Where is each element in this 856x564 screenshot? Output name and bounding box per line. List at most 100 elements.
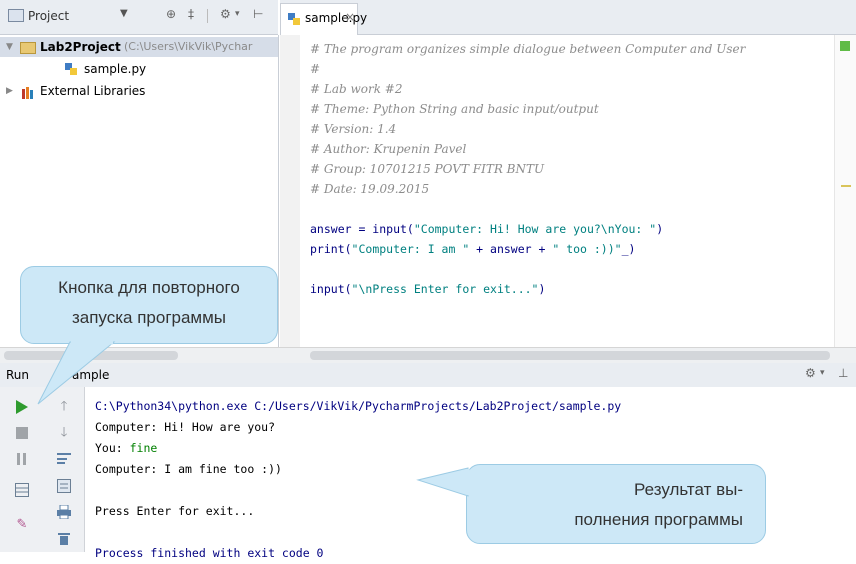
code-token: + answer + bbox=[469, 242, 553, 256]
code-token: ) bbox=[538, 282, 546, 296]
pin-icon[interactable]: ✎ bbox=[14, 517, 30, 533]
hide-panel-icon[interactable]: ⊥ bbox=[838, 366, 848, 380]
ext-libs-label: External Libraries bbox=[40, 84, 146, 98]
stop-icon[interactable] bbox=[14, 427, 30, 443]
library-icon bbox=[22, 85, 36, 99]
root-path: (C:\Users\VikVik\Pychar bbox=[124, 40, 253, 53]
code-token: input( bbox=[310, 282, 352, 296]
file-label: sample.py bbox=[84, 62, 147, 76]
console-user-input: fine bbox=[129, 441, 158, 455]
project-icon bbox=[8, 9, 24, 22]
callout-result: Результат вы- полнения программы bbox=[466, 464, 766, 544]
console-line: Process finished with exit code 0 bbox=[95, 542, 323, 564]
scroll-to-end-icon[interactable] bbox=[56, 479, 72, 495]
code-line: print("Computer: I am " + answer + " too… bbox=[310, 239, 635, 259]
code-token: print( bbox=[310, 242, 352, 256]
callout-rerun-line1: Кнопка для повторного bbox=[58, 278, 240, 297]
editor-tab-bar: sample.py × bbox=[280, 0, 856, 35]
tab-close-icon[interactable]: × bbox=[345, 10, 355, 24]
layout-icon[interactable] bbox=[14, 483, 30, 499]
code-token: # Group: 10701215 POVT FITR BNTU bbox=[310, 162, 545, 176]
editor-scroll-thumb[interactable] bbox=[310, 351, 830, 360]
console-text: Process finished with exit code 0 bbox=[95, 546, 324, 560]
run-toolbar-left: ✎ bbox=[0, 387, 45, 552]
code-line: # The program organizes simple dialogue … bbox=[310, 39, 745, 59]
console-prompt: You: bbox=[95, 441, 130, 455]
code-token: # Theme: Python String and basic input/o… bbox=[310, 102, 599, 116]
collapse-icon[interactable]: ‡ bbox=[188, 7, 194, 21]
console-line: Press Enter for exit... bbox=[95, 500, 254, 522]
code-line: # bbox=[310, 59, 320, 79]
code-line: # Lab work #2 bbox=[310, 79, 403, 99]
tree-item-external-libs[interactable]: ▶ External Libraries bbox=[0, 81, 278, 101]
editor-gutter bbox=[280, 35, 301, 347]
horizontal-scrollbar[interactable] bbox=[0, 347, 856, 364]
code-token: " too :))" bbox=[552, 242, 622, 256]
callout-rerun: Кнопка для повторного запуска программы bbox=[20, 266, 278, 344]
console-line: Computer: I am fine too :)) bbox=[95, 458, 282, 480]
callout-result-line1: Результат вы- bbox=[634, 480, 743, 499]
tab-label: sample.py bbox=[305, 11, 368, 25]
callout-rerun-line2: запуска программы bbox=[71, 308, 227, 327]
trash-icon[interactable] bbox=[56, 531, 72, 547]
expand-arrow-icon[interactable]: ▶ bbox=[6, 81, 13, 101]
folder-icon bbox=[20, 42, 36, 54]
python-file-icon bbox=[64, 62, 78, 76]
settings-icon[interactable]: ⚙ bbox=[805, 366, 816, 380]
code-token: # Lab work #2 bbox=[310, 82, 403, 96]
settings-icon[interactable]: ⚙ bbox=[220, 7, 231, 21]
print-icon[interactable] bbox=[56, 504, 72, 521]
code-token: answer = input( bbox=[310, 222, 414, 236]
tree-item-sample[interactable]: sample.py bbox=[0, 59, 278, 79]
code-editor[interactable]: # The program organizes simple dialogue … bbox=[300, 35, 834, 347]
divider bbox=[207, 9, 208, 23]
pause-icon[interactable] bbox=[14, 453, 30, 469]
console-text: C:\Python34\python.exe C:/Users/VikVik/P… bbox=[95, 399, 622, 413]
project-panel-title[interactable]: Project bbox=[28, 9, 69, 23]
python-file-icon bbox=[287, 12, 301, 26]
code-token: # Version: 1.4 bbox=[310, 122, 397, 136]
code-line: # Group: 10701215 POVT FITR BNTU bbox=[310, 159, 544, 179]
callout-result-pointer bbox=[416, 467, 470, 497]
code-token: ) bbox=[656, 222, 664, 236]
root-label: Lab2Project bbox=[40, 40, 121, 54]
code-token: # Date: 19.09.2015 bbox=[310, 182, 430, 196]
stripe-marker[interactable] bbox=[841, 185, 851, 187]
settings-dropdown-icon[interactable]: ▾ bbox=[235, 9, 240, 19]
code-line: # Author: Krupenin Pavel bbox=[310, 139, 466, 159]
tree-item-root[interactable]: ▼ Lab2Project (C:\Users\VikVik\Pychar bbox=[0, 37, 278, 57]
code-token: # The program organizes simple dialogue … bbox=[310, 42, 746, 56]
code-line: # Date: 19.09.2015 bbox=[310, 179, 429, 199]
console-text: Press Enter for exit... bbox=[95, 504, 255, 518]
target-icon[interactable]: ⊕ bbox=[166, 7, 176, 21]
console-line: C:\Python34\python.exe C:/Users/VikVik/P… bbox=[95, 395, 621, 417]
code-line: # Version: 1.4 bbox=[310, 119, 396, 139]
hide-panel-icon[interactable]: ⊢ bbox=[253, 7, 263, 21]
callout-result-line2: полнения программы bbox=[574, 510, 743, 529]
code-token: "Computer: Hi! How are you?\nYou: " bbox=[413, 222, 657, 236]
console-line: You: fine bbox=[95, 437, 157, 459]
settings-dropdown-icon[interactable]: ▾ bbox=[820, 368, 825, 378]
console-text: Computer: I am fine too :)) bbox=[95, 462, 282, 476]
down-arrow-icon[interactable]: 🡓 bbox=[56, 425, 72, 441]
code-token: # bbox=[310, 62, 321, 76]
run-toolbar-right: 🡑 🡓 bbox=[44, 387, 85, 552]
view-dropdown-icon[interactable]: ▼ bbox=[120, 8, 128, 19]
code-token: "\nPress Enter for exit..." bbox=[351, 282, 539, 296]
run-panel-header: Run ample ⚙ ▾ ⊥ bbox=[0, 363, 856, 388]
code-line: answer = input("Computer: Hi! How are yo… bbox=[310, 219, 663, 239]
project-panel-header: Project ▼ ⊕ ‡ ⚙ ▾ ⊢ bbox=[0, 0, 278, 35]
tab-sample-py[interactable]: sample.py × bbox=[280, 3, 367, 35]
code-line: # Theme: Python String and basic input/o… bbox=[310, 99, 599, 119]
error-stripe bbox=[834, 35, 856, 347]
status-ok-icon bbox=[840, 41, 850, 51]
callout-rerun-pointer bbox=[37, 341, 116, 405]
code-token: _) bbox=[621, 242, 636, 256]
console-line: Computer: Hi! How are you? bbox=[95, 416, 275, 438]
soft-wrap-icon[interactable] bbox=[56, 451, 72, 467]
code-line: input("\nPress Enter for exit...") bbox=[310, 279, 545, 299]
code-token: "Computer: I am " bbox=[351, 242, 470, 256]
code-token: # Author: Krupenin Pavel bbox=[310, 142, 467, 156]
console-text: Computer: Hi! How are you? bbox=[95, 420, 276, 434]
collapse-arrow-icon[interactable]: ▼ bbox=[6, 37, 13, 57]
